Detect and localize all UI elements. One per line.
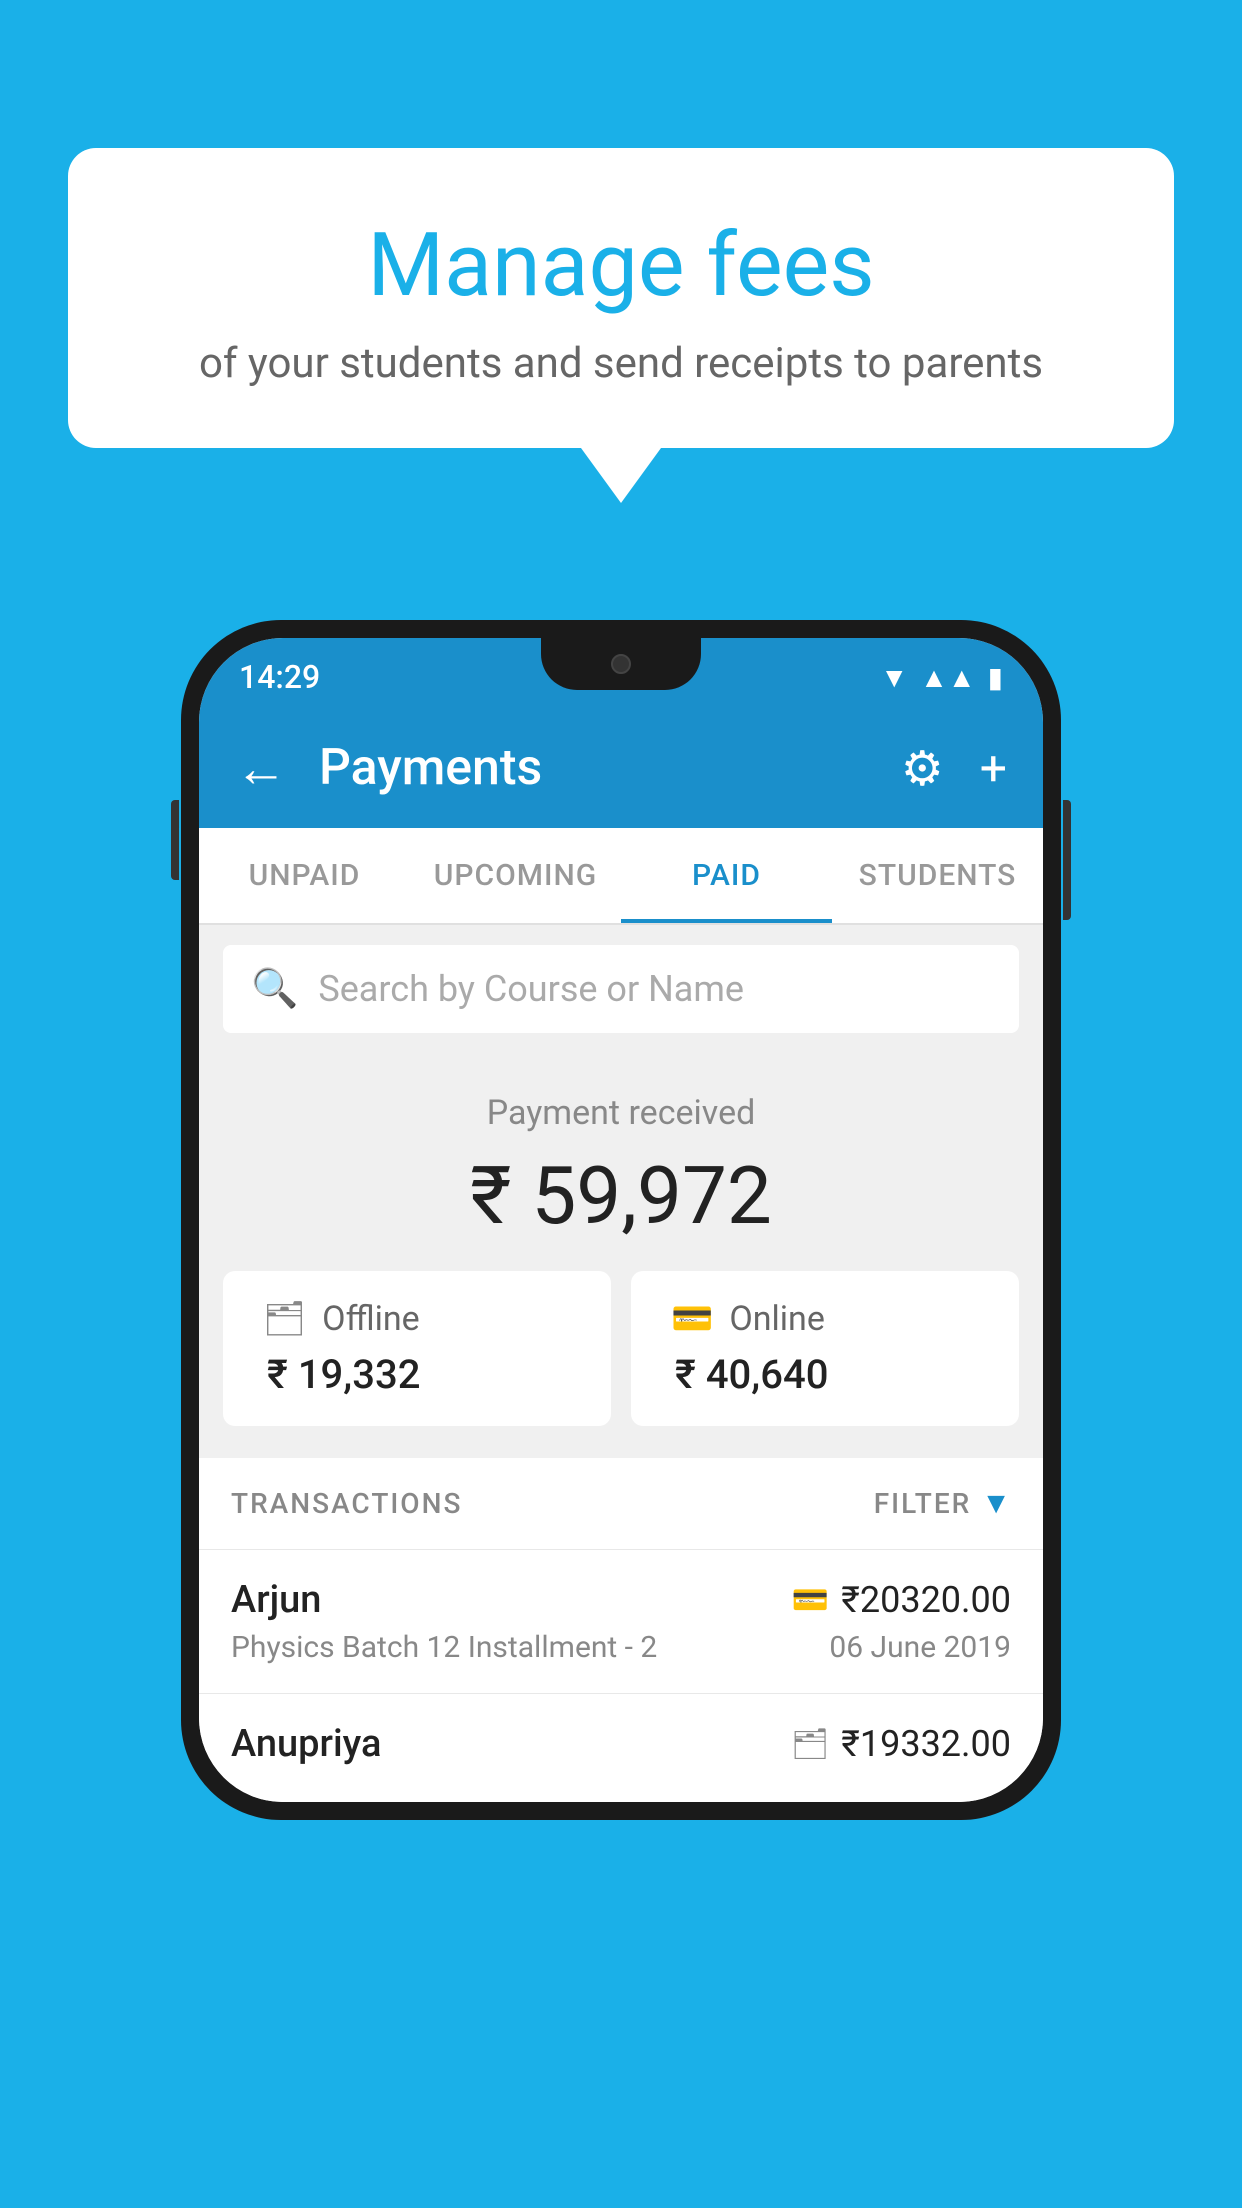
battery-icon: ▮	[988, 661, 1003, 694]
transaction-amount: ₹20320.00	[841, 1579, 1011, 1621]
online-card-header: 💳 Online	[671, 1299, 825, 1339]
tab-paid[interactable]: PAID	[621, 828, 832, 923]
search-container: 🔍 Search by Course or Name	[199, 925, 1043, 1053]
transaction-row[interactable]: Anupriya 🗂 ₹19332.00	[199, 1693, 1043, 1802]
back-button[interactable]: ←	[235, 738, 287, 799]
transaction-date: 06 June 2019	[829, 1630, 1011, 1665]
offline-payment-card: 🗂 Offline ₹ 19,332	[223, 1271, 611, 1426]
phone-notch	[541, 638, 701, 690]
signal-icon: ▲▲	[920, 661, 975, 694]
filter-icon: ▼	[981, 1486, 1011, 1521]
phone-outer: 14:29 ▼ ▲▲ ▮ ← Payments ⚙ + UNPAID	[181, 620, 1061, 1820]
transaction-amount-wrapper-2: 🗂 ₹19332.00	[791, 1723, 1011, 1765]
speech-bubble-subtitle: of your students and send receipts to pa…	[128, 339, 1114, 388]
bubble-arrow	[581, 448, 661, 503]
add-icon[interactable]: +	[980, 740, 1007, 797]
online-payment-card: 💳 Online ₹ 40,640	[631, 1271, 1019, 1426]
online-amount: ₹ 40,640	[671, 1351, 828, 1398]
search-bar[interactable]: 🔍 Search by Course or Name	[223, 945, 1019, 1033]
tab-upcoming[interactable]: UPCOMING	[410, 828, 621, 923]
filter-label: FILTER	[874, 1487, 972, 1520]
online-icon: 💳	[671, 1299, 713, 1339]
payment-received-label: Payment received	[199, 1093, 1043, 1133]
speech-bubble-title: Manage fees	[128, 218, 1114, 315]
offline-label: Offline	[322, 1299, 419, 1339]
transaction-name-2: Anupriya	[231, 1722, 381, 1766]
search-icon: 🔍	[251, 967, 298, 1011]
tab-unpaid[interactable]: UNPAID	[199, 828, 410, 923]
phone-volume-button	[171, 800, 179, 880]
wifi-icon: ▼	[880, 661, 908, 694]
offline-payment-icon: 🗂	[791, 1727, 829, 1762]
speech-bubble: Manage fees of your students and send re…	[68, 148, 1174, 448]
offline-amount: ₹ 19,332	[263, 1351, 420, 1398]
transaction-desc: Physics Batch 12 Installment - 2	[231, 1630, 657, 1665]
transaction-bottom: Physics Batch 12 Installment - 2 06 June…	[231, 1630, 1011, 1665]
online-label: Online	[729, 1299, 825, 1339]
speech-bubble-section: Manage fees of your students and send re…	[68, 148, 1174, 503]
tabs-bar: UNPAID UPCOMING PAID STUDENTS	[199, 828, 1043, 925]
transaction-top-2: Anupriya 🗂 ₹19332.00	[231, 1722, 1011, 1766]
phone-screen: 14:29 ▼ ▲▲ ▮ ← Payments ⚙ + UNPAID	[199, 638, 1043, 1802]
app-bar: ← Payments ⚙ +	[199, 708, 1043, 828]
transaction-top: Arjun 💳 ₹20320.00	[231, 1578, 1011, 1622]
phone-power-button	[1063, 800, 1071, 920]
app-bar-title: Payments	[319, 739, 869, 797]
status-icons: ▼ ▲▲ ▮	[880, 661, 1003, 694]
online-payment-icon: 💳	[792, 1583, 829, 1618]
payment-cards: 🗂 Offline ₹ 19,332 💳 Online ₹ 40,640	[199, 1271, 1043, 1426]
settings-icon[interactable]: ⚙	[901, 740, 944, 797]
phone-mockup: 14:29 ▼ ▲▲ ▮ ← Payments ⚙ + UNPAID	[181, 620, 1061, 1820]
app-bar-actions: ⚙ +	[901, 740, 1007, 797]
offline-card-header: 🗂 Offline	[263, 1299, 420, 1339]
tab-students[interactable]: STUDENTS	[832, 828, 1043, 923]
payment-total-amount: ₹ 59,972	[199, 1149, 1043, 1243]
transaction-name: Arjun	[231, 1578, 321, 1622]
payment-summary: Payment received ₹ 59,972 🗂 Offline ₹ 19…	[199, 1053, 1043, 1458]
camera-dot	[611, 654, 631, 674]
transaction-row[interactable]: Arjun 💳 ₹20320.00 Physics Batch 12 Insta…	[199, 1549, 1043, 1693]
offline-icon: 🗂	[263, 1299, 306, 1339]
transactions-header: TRANSACTIONS FILTER ▼	[199, 1458, 1043, 1549]
search-placeholder: Search by Course or Name	[318, 968, 744, 1010]
transactions-label: TRANSACTIONS	[231, 1487, 462, 1520]
filter-button[interactable]: FILTER ▼	[874, 1486, 1011, 1521]
transaction-amount-wrapper: 💳 ₹20320.00	[792, 1579, 1011, 1621]
status-time: 14:29	[239, 658, 320, 696]
transaction-amount-2: ₹19332.00	[841, 1723, 1011, 1765]
